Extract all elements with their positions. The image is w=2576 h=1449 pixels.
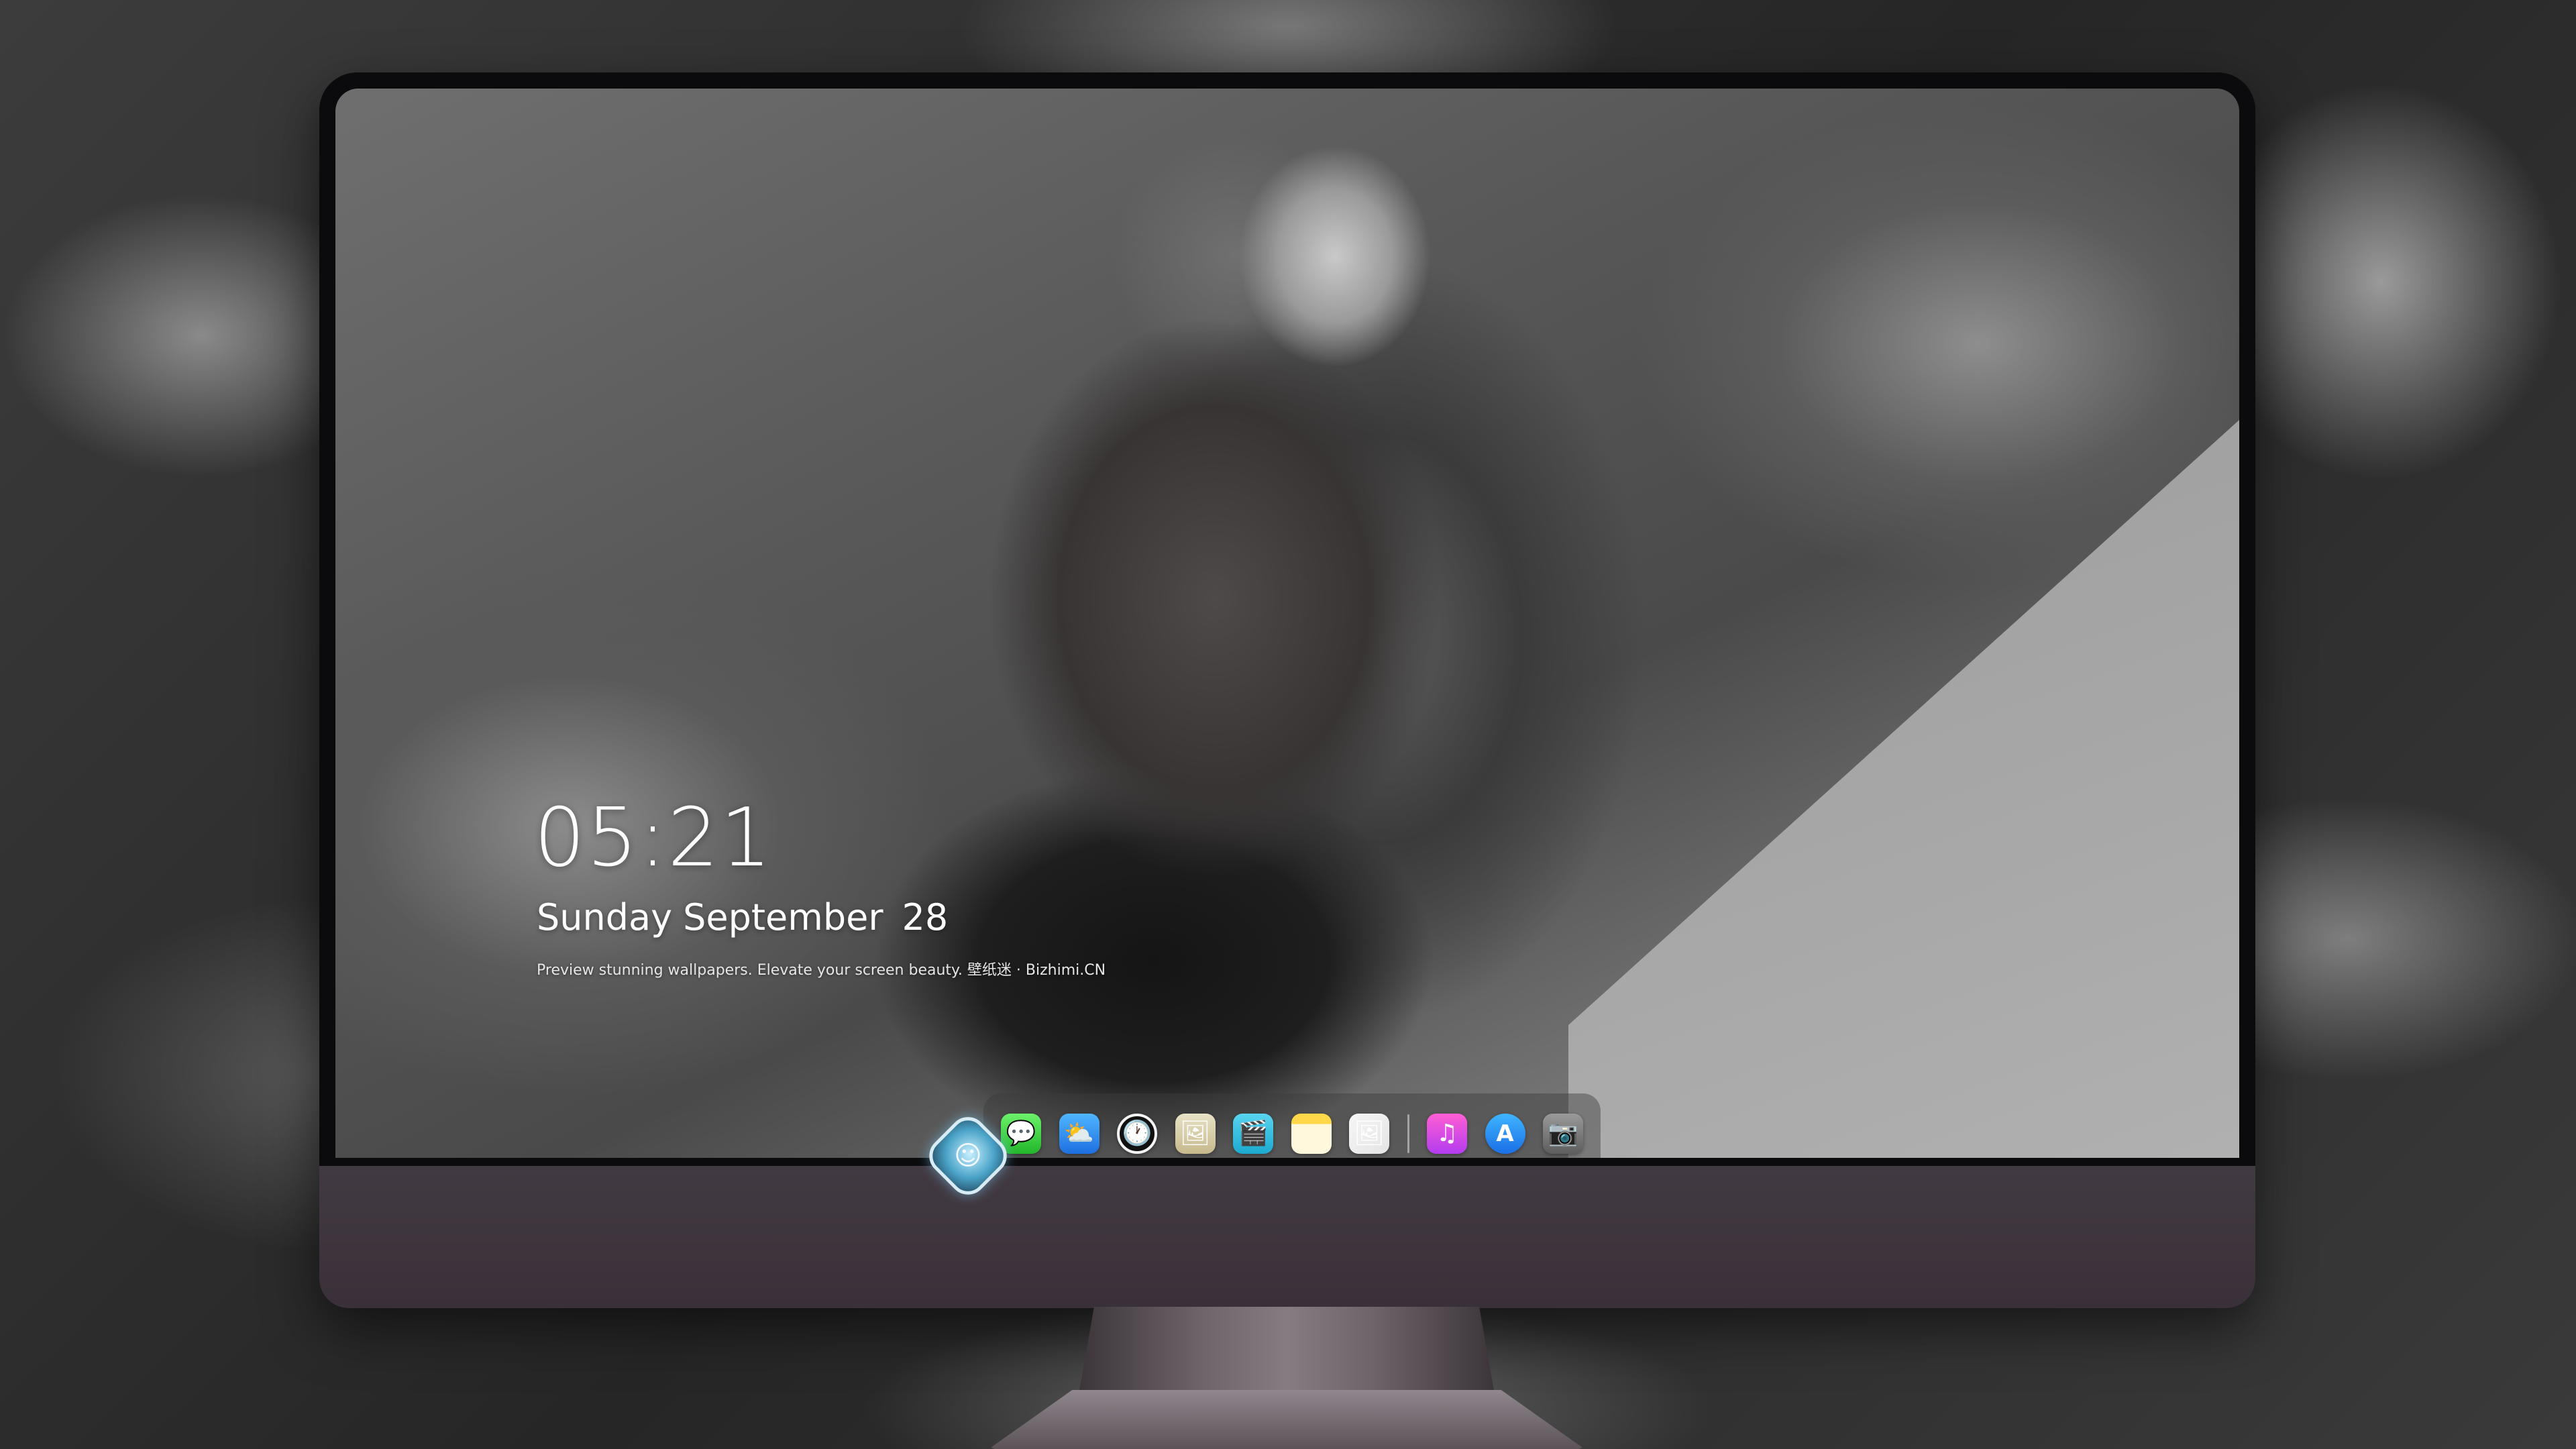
lock-month: September xyxy=(683,896,883,938)
lock-clock: 05:21 xyxy=(534,792,773,885)
preview-icon: 🖼 xyxy=(1179,1120,1211,1147)
monitor: 05:21 Sunday September 28 Preview stunning… xyxy=(319,72,2255,1308)
clock-icon: 🕐 xyxy=(1122,1120,1152,1147)
monitor-stand-neck xyxy=(1077,1307,1496,1402)
clapperboard-icon: 🎬 xyxy=(1238,1120,1269,1147)
dock-separator xyxy=(1407,1114,1409,1153)
dock-item-camera[interactable]: 📷 xyxy=(1543,1114,1583,1154)
cloud-sun-icon: ⛅ xyxy=(1064,1120,1094,1147)
dock-item-claquette[interactable]: 🎬 xyxy=(1233,1114,1273,1154)
dock-item-messages[interactable]: 💬 xyxy=(1001,1114,1041,1154)
lock-tagline: Preview stunning wallpapers. Elevate you… xyxy=(537,962,1106,979)
speech-bubble-icon: 💬 xyxy=(1006,1120,1036,1147)
dock-item-preview[interactable]: 🖼 xyxy=(1175,1114,1216,1154)
desktop-screen: 05:21 Sunday September 28 Preview stunning… xyxy=(335,89,2239,1158)
dock-item-app-store[interactable]: A xyxy=(1485,1114,1525,1154)
lock-day: 28 xyxy=(902,896,949,938)
photos-icon: 🖼 xyxy=(1354,1120,1385,1147)
wallpaper-subject xyxy=(778,89,1690,1158)
dock-item-music[interactable]: ♫ xyxy=(1427,1114,1467,1154)
music-note-icon: ♫ xyxy=(1436,1120,1458,1147)
lock-weekday: Sunday xyxy=(537,896,673,938)
camera-icon: 📷 xyxy=(1548,1120,1578,1147)
lock-date: Sunday September 28 xyxy=(537,896,948,938)
dock-item-notes[interactable] xyxy=(1291,1114,1332,1154)
dock-item-clock[interactable]: 🕐 xyxy=(1117,1114,1157,1154)
monitor-stand-base xyxy=(989,1390,1585,1449)
dock: 💬 ⛅ 🕐 🖼 🎬 🖼 ♫ A 📷 xyxy=(983,1093,1601,1158)
app-store-icon: A xyxy=(1496,1120,1514,1147)
dock-item-weather[interactable]: ⛅ xyxy=(1059,1114,1099,1154)
logo-face: ☺ xyxy=(954,1140,982,1171)
monitor-chin xyxy=(319,1166,2255,1308)
dock-item-photos[interactable]: 🖼 xyxy=(1349,1114,1389,1154)
